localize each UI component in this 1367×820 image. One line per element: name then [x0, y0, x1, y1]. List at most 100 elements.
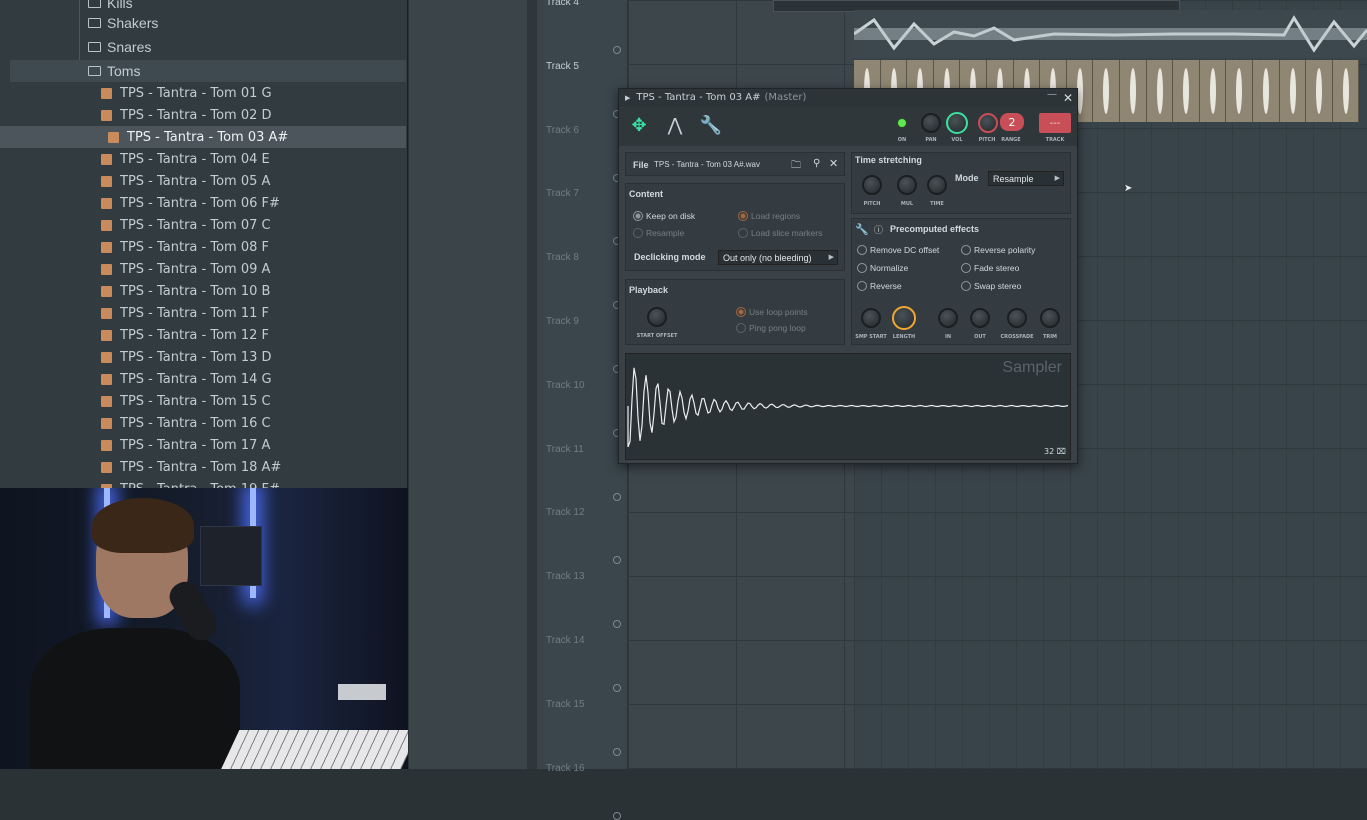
- track-label[interactable]: Track 15: [546, 699, 585, 710]
- file-item[interactable]: TPS - Tantra - Tom 19 F#: [0, 478, 406, 488]
- file-item[interactable]: TPS - Tantra - Tom 04 E: [0, 148, 406, 170]
- reverse-radio[interactable]: [857, 281, 867, 291]
- sampler-titlebar[interactable]: ▶ TPS - Tantra - Tom 03 A# (Master) — ✕: [619, 89, 1077, 106]
- slice-clip[interactable]: [1252, 60, 1280, 122]
- file-item[interactable]: TPS - Tantra - Tom 08 F: [0, 236, 406, 258]
- reverse-polarity-radio[interactable]: [961, 245, 971, 255]
- slice-clip[interactable]: [1332, 60, 1360, 122]
- zoom-readout[interactable]: 32 ⌧: [1044, 447, 1066, 456]
- collapse-icon[interactable]: ▶: [625, 94, 630, 102]
- file-name: TPS - Tantra - Tom 18 A#: [120, 459, 282, 475]
- track-label[interactable]: Track 7: [546, 188, 579, 199]
- slice-clip[interactable]: [1093, 60, 1120, 122]
- folder-shakers[interactable]: Shakers: [88, 12, 158, 34]
- file-item[interactable]: TPS - Tantra - Tom 16 C: [0, 412, 406, 434]
- fade-stereo-radio[interactable]: [961, 263, 971, 273]
- length-knob[interactable]: [892, 306, 916, 330]
- close-icon[interactable]: ✕: [1063, 91, 1073, 105]
- track-label[interactable]: Track 9: [546, 316, 579, 327]
- slice-clip[interactable]: [1119, 60, 1147, 122]
- file-item[interactable]: TPS - Tantra - Tom 09 A: [0, 258, 406, 280]
- track-mute-icon[interactable]: [613, 811, 621, 820]
- minimize-icon[interactable]: —: [1047, 89, 1057, 100]
- open-folder-icon[interactable]: 🗀: [791, 158, 801, 175]
- swap-stereo-radio[interactable]: [961, 281, 971, 291]
- range-display[interactable]: 2: [1000, 113, 1024, 131]
- slice-clip[interactable]: [1146, 60, 1174, 122]
- file-item[interactable]: TPS - Tantra - Tom 17 A: [0, 434, 406, 456]
- track-mute-icon[interactable]: [613, 684, 621, 692]
- start-offset-knob[interactable]: [647, 307, 667, 327]
- envelope-tool-icon[interactable]: ⋀: [663, 113, 687, 137]
- track-label[interactable]: Track 16: [546, 763, 585, 774]
- folder-snares[interactable]: Snares: [88, 36, 151, 58]
- track-mute-icon[interactable]: [613, 747, 621, 756]
- declicking-dropdown[interactable]: Out only (no bleeding) ▶: [718, 250, 838, 265]
- track-label[interactable]: Track 4: [546, 0, 579, 8]
- file-item[interactable]: TPS - Tantra - Tom 06 F#: [0, 192, 406, 214]
- use-loop-points-radio[interactable]: [736, 307, 746, 317]
- out-knob[interactable]: [970, 308, 990, 328]
- in-knob[interactable]: [938, 308, 958, 328]
- file-item[interactable]: TPS - Tantra - Tom 03 A#: [0, 126, 406, 148]
- file-item[interactable]: TPS - Tantra - Tom 18 A#: [0, 456, 406, 478]
- side-panel: [409, 0, 544, 769]
- track-label[interactable]: Track 14: [546, 635, 585, 646]
- resample-radio[interactable]: [633, 228, 643, 238]
- ts-time-knob[interactable]: [927, 175, 947, 195]
- on-led[interactable]: [897, 118, 907, 128]
- ping-pong-loop-radio[interactable]: [736, 323, 746, 333]
- track-mute-icon[interactable]: [613, 556, 621, 565]
- divider: [527, 0, 537, 769]
- file-name: TPS - Tantra - Tom 01 G: [120, 85, 272, 101]
- slice-clip[interactable]: [1279, 60, 1307, 122]
- file-item[interactable]: TPS - Tantra - Tom 11 F: [0, 302, 406, 324]
- track-label[interactable]: Track 12: [546, 507, 585, 518]
- load-slice-markers-radio[interactable]: [738, 228, 748, 238]
- remove-dc-radio[interactable]: [857, 245, 867, 255]
- file-item[interactable]: TPS - Tantra - Tom 07 C: [0, 214, 406, 236]
- track-label[interactable]: Track 11: [546, 444, 584, 455]
- slice-clip[interactable]: [1226, 60, 1253, 122]
- track-mute-icon[interactable]: [613, 620, 621, 629]
- slice-clip[interactable]: [1199, 60, 1227, 122]
- clear-icon[interactable]: ✕: [829, 157, 838, 170]
- track-label[interactable]: Track 6: [546, 125, 579, 136]
- track-mute-icon[interactable]: [613, 46, 621, 54]
- track-label[interactable]: Track 10: [546, 380, 585, 391]
- folder-toms[interactable]: Toms: [10, 60, 406, 82]
- track-label[interactable]: Track 5: [546, 61, 579, 72]
- pin-icon[interactable]: ⚲: [813, 158, 820, 169]
- crossfade-knob[interactable]: [1007, 308, 1027, 328]
- track-button[interactable]: ---: [1039, 113, 1071, 133]
- pitch-knob[interactable]: [978, 113, 998, 133]
- trim-knob[interactable]: [1040, 308, 1060, 328]
- track-label[interactable]: Track 13: [546, 571, 585, 582]
- track-mute-icon[interactable]: [613, 492, 621, 501]
- file-item[interactable]: TPS - Tantra - Tom 10 B: [0, 280, 406, 302]
- file-item[interactable]: TPS - Tantra - Tom 15 C: [0, 390, 406, 412]
- info-icon[interactable]: ⓘ: [874, 223, 883, 236]
- keep-on-disk-radio[interactable]: [633, 211, 643, 221]
- slice-clip[interactable]: [1173, 60, 1200, 122]
- file-item[interactable]: TPS - Tantra - Tom 12 F: [0, 324, 406, 346]
- audio-clip-waveform[interactable]: [853, 10, 1367, 58]
- file-item[interactable]: TPS - Tantra - Tom 14 G: [0, 368, 406, 390]
- file-item[interactable]: TPS - Tantra - Tom 02 D: [0, 104, 406, 126]
- track-label[interactable]: Track 8: [546, 252, 579, 263]
- ts-pitch-knob[interactable]: [862, 175, 882, 195]
- load-regions-radio[interactable]: [738, 211, 748, 221]
- slice-clip[interactable]: [1306, 60, 1333, 122]
- mode-dropdown[interactable]: Resample ▶: [988, 171, 1064, 186]
- pan-knob[interactable]: [921, 113, 941, 133]
- wrench-icon[interactable]: 🔧: [699, 113, 723, 137]
- sample-waveform-display[interactable]: Sampler 32 ⌧: [625, 353, 1071, 460]
- normalize-radio[interactable]: [857, 263, 867, 273]
- smp-start-knob[interactable]: [861, 308, 881, 328]
- file-item[interactable]: TPS - Tantra - Tom 05 A: [0, 170, 406, 192]
- file-item[interactable]: TPS - Tantra - Tom 01 G: [0, 82, 406, 104]
- vol-knob[interactable]: [946, 112, 968, 134]
- waveform-tool-icon[interactable]: ✥: [627, 113, 651, 137]
- file-item[interactable]: TPS - Tantra - Tom 13 D: [0, 346, 406, 368]
- ts-mul-knob[interactable]: [897, 175, 917, 195]
